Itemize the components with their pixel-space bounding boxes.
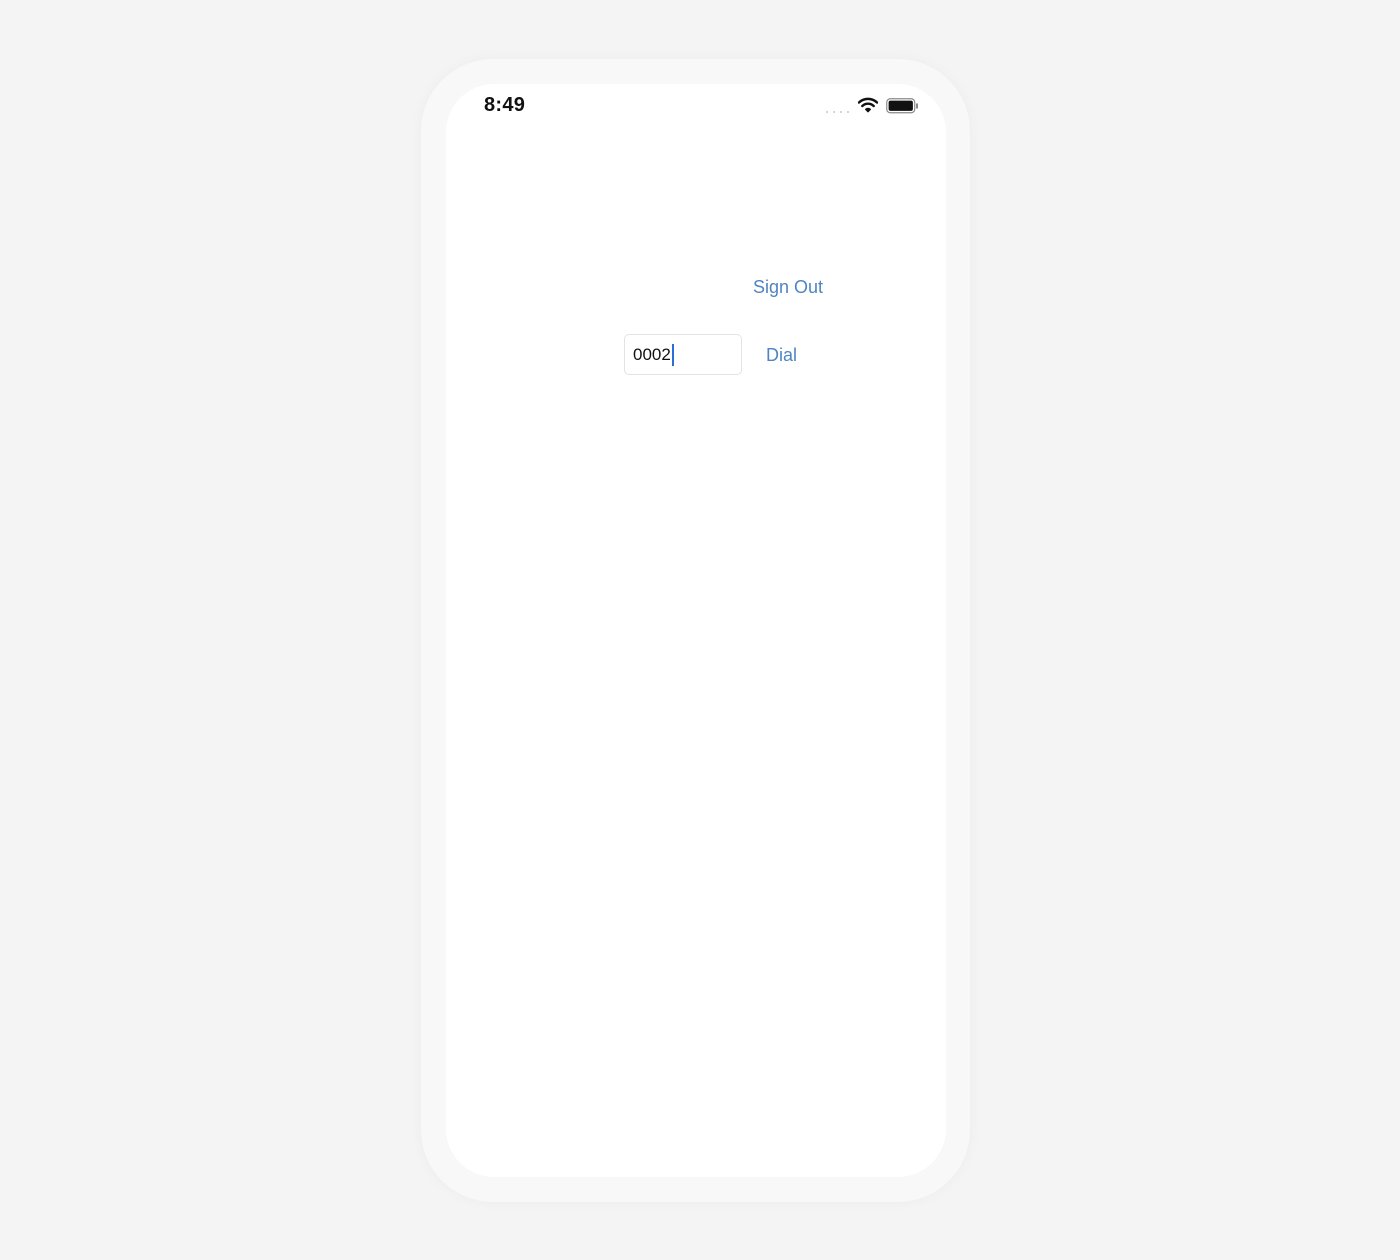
status-time: 8:49 xyxy=(484,94,526,116)
signal-icon xyxy=(826,111,849,113)
text-cursor xyxy=(671,343,674,366)
wifi-icon xyxy=(858,97,878,113)
dial-number-input[interactable]: 0002 xyxy=(624,334,742,375)
phone-screen: 8:49 Sign Out 0002 Dial xyxy=(446,84,946,1177)
dial-button[interactable]: Dial xyxy=(766,345,797,366)
dial-input-value: 0002 xyxy=(633,344,671,364)
battery-icon xyxy=(886,98,918,114)
phone-frame: 8:49 Sign Out 0002 Dial xyxy=(421,59,970,1202)
status-bar: 8:49 xyxy=(446,84,946,132)
sign-out-button[interactable]: Sign Out xyxy=(753,277,823,298)
